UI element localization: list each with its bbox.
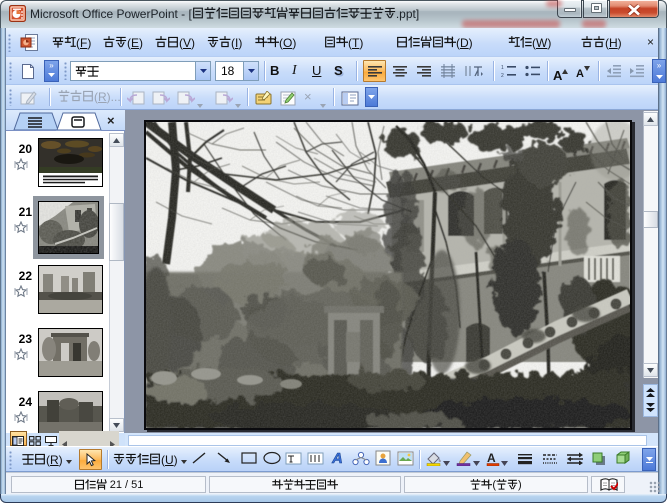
svg-text:A: A [331,450,343,466]
svg-text:2: 2 [501,73,504,78]
svg-text:A: A [487,451,496,465]
svg-text:1: 1 [501,65,504,71]
